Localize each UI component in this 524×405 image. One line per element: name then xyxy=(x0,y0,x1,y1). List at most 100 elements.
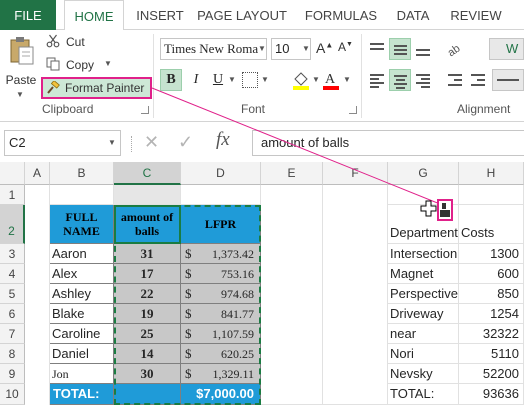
row-header[interactable]: 7 xyxy=(0,324,25,344)
orientation-icon[interactable]: ab xyxy=(444,38,466,60)
table-row-name[interactable]: Alex xyxy=(50,264,114,284)
column-header[interactable]: C xyxy=(114,162,181,185)
cell-d1[interactable] xyxy=(181,185,261,205)
row-header[interactable]: 5 xyxy=(0,284,25,304)
side-header-costs[interactable]: Costs xyxy=(459,205,524,244)
side-row-dept[interactable]: Nori xyxy=(388,344,459,364)
font-name-select[interactable]: Times New Roma xyxy=(160,38,267,60)
fill-color-icon[interactable] xyxy=(292,70,310,90)
tab-review[interactable]: REVIEW xyxy=(446,0,506,31)
column-f-cells[interactable] xyxy=(323,185,388,405)
row-header[interactable]: 1 xyxy=(0,185,25,205)
tab-home[interactable]: HOME xyxy=(64,0,124,31)
row-header[interactable]: 3 xyxy=(0,244,25,264)
table-row-lfpr[interactable]: $1,329.11 xyxy=(181,364,261,384)
row-header[interactable]: 4 xyxy=(0,264,25,284)
chevron-down-icon[interactable]: ▼ xyxy=(343,69,351,91)
chevron-down-icon[interactable]: ▼ xyxy=(16,90,24,99)
side-row-cost[interactable]: 850 xyxy=(459,284,524,304)
table-row-name[interactable]: Caroline xyxy=(50,324,114,344)
column-e-cells[interactable] xyxy=(261,185,323,405)
table-total-value[interactable]: $7,000.00 xyxy=(181,384,261,405)
side-row-cost[interactable]: 52200 xyxy=(459,364,524,384)
align-center-icon[interactable] xyxy=(389,69,411,91)
paste-button[interactable]: Paste ▼ xyxy=(4,34,38,100)
column-header[interactable]: D xyxy=(181,162,261,185)
row-header[interactable]: 2 xyxy=(0,205,25,244)
name-box[interactable]: C2 xyxy=(4,130,121,156)
align-right-icon[interactable] xyxy=(412,69,434,91)
table-row-name[interactable]: Daniel xyxy=(50,344,114,364)
side-row-dept[interactable]: Intersection xyxy=(388,244,459,264)
tab-data[interactable]: DATA xyxy=(388,0,438,31)
tab-insert[interactable]: INSERT xyxy=(130,0,190,31)
column-header[interactable]: F xyxy=(323,162,388,185)
decrease-indent-icon[interactable] xyxy=(444,69,466,91)
table-row-lfpr[interactable]: $841.77 xyxy=(181,304,261,324)
tab-file[interactable]: FILE xyxy=(0,0,56,31)
table-row-balls[interactable]: 14 xyxy=(114,344,181,364)
table-row-lfpr[interactable]: $1,107.59 xyxy=(181,324,261,344)
table-row-balls[interactable]: 30 xyxy=(114,364,181,384)
side-row-cost[interactable]: 600 xyxy=(459,264,524,284)
chevron-down-icon[interactable]: ▼ xyxy=(261,69,269,91)
side-row-cost[interactable]: 32322 xyxy=(459,324,524,344)
cancel-icon[interactable]: ✕ xyxy=(144,132,159,153)
side-row-cost[interactable]: 1300 xyxy=(459,244,524,264)
side-total-value[interactable]: 93636 xyxy=(459,384,524,405)
row-header[interactable]: 8 xyxy=(0,344,25,364)
table-row-lfpr[interactable]: $753.16 xyxy=(181,264,261,284)
table-header-name[interactable]: FULL NAME xyxy=(50,205,114,244)
cut-button[interactable]: Cut xyxy=(46,32,106,52)
table-total-balls[interactable] xyxy=(114,384,181,405)
align-middle-icon[interactable] xyxy=(389,38,411,60)
cell-b1[interactable] xyxy=(50,185,114,205)
side-row-cost[interactable]: 1254 xyxy=(459,304,524,324)
italic-button[interactable]: I xyxy=(185,69,207,91)
table-row-name[interactable]: Aaron xyxy=(50,244,114,264)
font-dialog-launcher[interactable] xyxy=(349,106,357,114)
table-row-balls[interactable]: 19 xyxy=(114,304,181,324)
table-row-lfpr[interactable]: $620.25 xyxy=(181,344,261,364)
align-top-icon[interactable] xyxy=(366,38,388,60)
row-header[interactable]: 9 xyxy=(0,364,25,384)
table-row-lfpr[interactable]: $1,373.42 xyxy=(181,244,261,264)
clipboard-dialog-launcher[interactable] xyxy=(141,106,149,114)
table-total-label[interactable]: TOTAL: xyxy=(50,384,114,405)
side-row-cost[interactable]: 5110 xyxy=(459,344,524,364)
table-row-name[interactable]: Ashley xyxy=(50,284,114,304)
side-row-dept[interactable]: near xyxy=(388,324,459,344)
font-color-icon[interactable]: A xyxy=(322,70,340,90)
table-row-balls[interactable]: 17 xyxy=(114,264,181,284)
align-bottom-icon[interactable] xyxy=(412,38,434,60)
table-row-lfpr[interactable]: $974.68 xyxy=(181,284,261,304)
insert-function-icon[interactable]: fx xyxy=(216,129,230,151)
row-header[interactable]: 6 xyxy=(0,304,25,324)
tab-formulas[interactable]: FORMULAS xyxy=(300,0,382,31)
bold-button[interactable]: B xyxy=(160,69,182,91)
cell-h1[interactable] xyxy=(459,185,524,205)
side-row-dept[interactable]: Nevsky xyxy=(388,364,459,384)
increase-font-size-icon[interactable]: A▲ xyxy=(316,40,334,58)
borders-icon[interactable] xyxy=(242,72,258,88)
column-header[interactable]: E xyxy=(261,162,323,185)
underline-button[interactable]: U xyxy=(207,69,229,91)
chevron-down-icon[interactable]: ▼ xyxy=(301,38,311,60)
formula-input[interactable]: amount of balls xyxy=(252,130,524,156)
column-a-cells[interactable] xyxy=(25,185,50,405)
column-header[interactable]: A xyxy=(25,162,50,185)
cell-c1[interactable] xyxy=(114,185,181,205)
enter-icon[interactable]: ✓ xyxy=(178,132,193,153)
chevron-down-icon[interactable]: ▼ xyxy=(104,59,112,68)
increase-indent-icon[interactable] xyxy=(467,69,489,91)
select-all-corner[interactable] xyxy=(0,162,25,185)
column-header[interactable]: B xyxy=(50,162,114,185)
align-left-icon[interactable] xyxy=(366,69,388,91)
table-row-balls[interactable]: 25 xyxy=(114,324,181,344)
tab-page-layout[interactable]: PAGE LAYOUT xyxy=(196,0,288,31)
table-row-balls[interactable]: 31 xyxy=(114,244,181,264)
table-row-balls[interactable]: 22 xyxy=(114,284,181,304)
table-row-name[interactable]: Jon xyxy=(50,364,114,384)
copy-button[interactable]: Copy ▼ xyxy=(46,55,118,75)
chevron-down-icon[interactable]: ▼ xyxy=(228,69,236,91)
